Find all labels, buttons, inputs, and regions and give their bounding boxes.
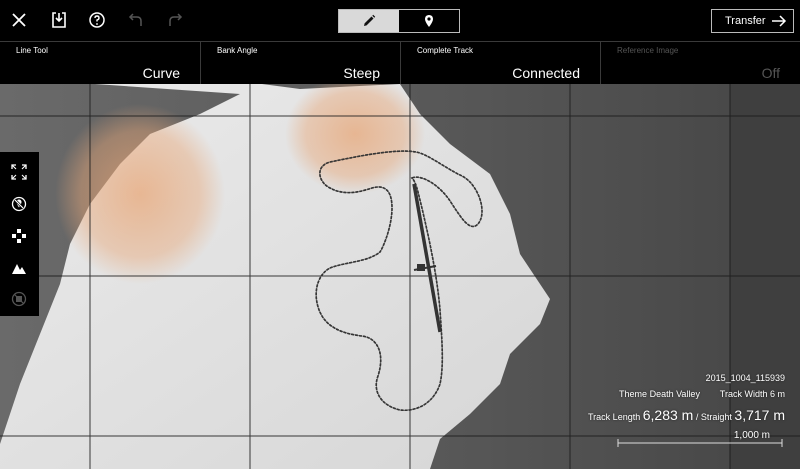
- setting-label: Reference Image: [617, 46, 679, 55]
- setting-value: Off: [761, 65, 780, 81]
- track-length-info: Track Length 6,283 m / Straight 3,717 m: [588, 407, 785, 423]
- setting-label: Line Tool: [16, 46, 48, 55]
- transfer-label: Transfer: [725, 15, 766, 27]
- setting-complete-track[interactable]: Complete Track Connected: [400, 42, 600, 84]
- side-toolbar: [0, 152, 39, 316]
- top-toolbar: Transfer: [0, 0, 800, 41]
- setting-reference-image[interactable]: Reference Image Off: [600, 42, 800, 84]
- fit-view-icon[interactable]: [11, 164, 27, 180]
- transfer-button[interactable]: Transfer: [711, 9, 794, 33]
- disabled-layer-icon[interactable]: [11, 291, 27, 307]
- track-width-value: 6 m: [769, 389, 785, 399]
- mode-switch: [338, 9, 460, 33]
- dpad-icon[interactable]: [11, 228, 27, 244]
- straight-label: Straight: [700, 412, 732, 422]
- setting-label: Bank Angle: [217, 46, 258, 55]
- track-width-label: Track Width: [719, 389, 768, 399]
- redo-icon[interactable]: [164, 9, 186, 31]
- setting-value: Connected: [512, 65, 580, 81]
- undo-icon[interactable]: [125, 9, 147, 31]
- setting-bank-angle[interactable]: Bank Angle Steep: [200, 42, 400, 84]
- terrain-icon[interactable]: [11, 260, 27, 276]
- track-settings-bar: Line Tool Curve Bank Angle Steep Complet…: [0, 41, 800, 84]
- pencil-icon: [364, 14, 376, 26]
- file-name: 2015_1004_115939: [705, 373, 785, 383]
- theme-info: Theme Death Valley Track Width 6 m: [619, 389, 785, 399]
- help-icon[interactable]: [86, 9, 108, 31]
- track-map-canvas[interactable]: 2015_1004_115939 Theme Death Valley Trac…: [0, 84, 800, 469]
- theme-label: Theme: [619, 389, 648, 399]
- track-length-label: Track Length: [588, 412, 641, 422]
- close-icon[interactable]: [8, 9, 30, 31]
- track-length-value: 6,283 m: [642, 407, 694, 423]
- setting-label: Complete Track: [417, 46, 474, 55]
- setting-value: Steep: [343, 65, 380, 81]
- location-pin-icon: [425, 15, 433, 27]
- scale-label: 1,000 m: [733, 430, 770, 441]
- save-icon[interactable]: [48, 9, 70, 31]
- pin-mode-button[interactable]: [399, 10, 459, 32]
- straight-value: 3,717 m: [734, 407, 785, 423]
- arrow-right-icon: [772, 15, 787, 27]
- setting-line-tool[interactable]: Line Tool Curve: [0, 42, 200, 84]
- no-pin-icon[interactable]: [11, 196, 27, 212]
- setting-value: Curve: [142, 65, 180, 81]
- sand-dune-area: [55, 104, 225, 284]
- pencil-mode-button[interactable]: [339, 10, 399, 32]
- start-marker: [417, 264, 425, 271]
- theme-value: Death Valley: [649, 389, 700, 399]
